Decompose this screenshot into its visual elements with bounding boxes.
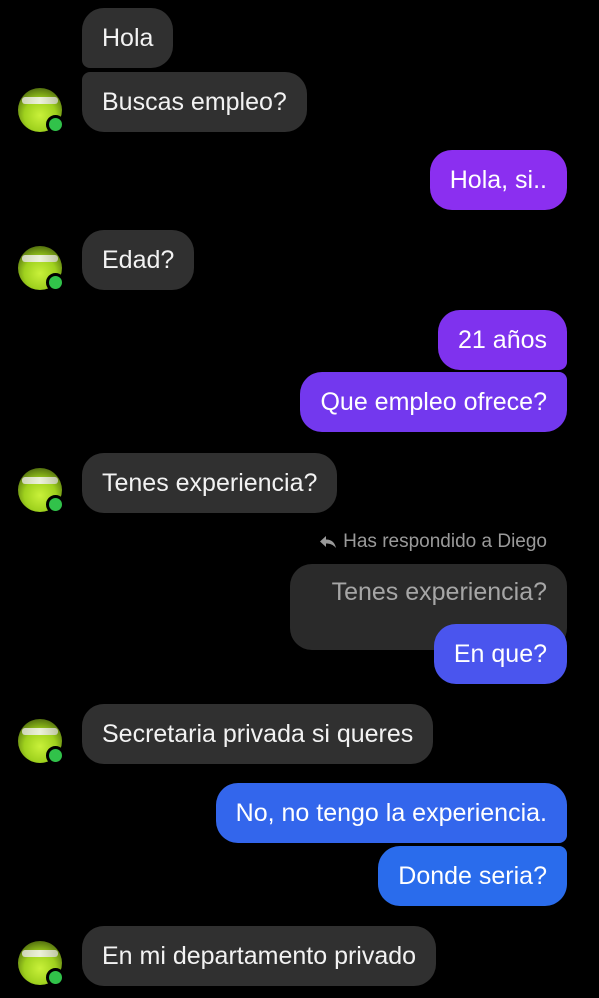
message-text: Donde seria? (398, 862, 547, 890)
online-status-dot (46, 273, 65, 292)
message-text: Secretaria privada si queres (102, 720, 414, 748)
message-bubble-outgoing[interactable]: En que? (433, 624, 567, 684)
contact-avatar[interactable] (18, 246, 65, 292)
message-bubble-incoming[interactable]: Edad? (82, 230, 195, 290)
contact-avatar[interactable] (18, 719, 65, 765)
message-text: Buscas empleo? (102, 88, 287, 116)
online-status-dot (46, 115, 65, 134)
avatar-image-detail (22, 477, 58, 484)
message-text: En mi departamento privado (102, 942, 417, 970)
message-bubble-outgoing[interactable]: Que empleo ofrece? (300, 372, 567, 432)
message-bubble-incoming[interactable]: En mi departamento privado (82, 926, 437, 986)
contact-avatar[interactable] (18, 88, 65, 134)
quoted-text: Tenes experiencia? (331, 578, 547, 606)
avatar-image-detail (22, 728, 58, 735)
message-bubble-incoming[interactable]: Secretaria privada si queres (82, 704, 434, 764)
message-bubble-outgoing[interactable]: No, no tengo la experiencia. (215, 783, 567, 843)
reply-label-text: Has respondido a Diego (343, 531, 547, 552)
reply-arrow-icon (319, 533, 337, 555)
message-text: No, no tengo la experiencia. (235, 799, 547, 827)
message-text: En que? (453, 640, 547, 668)
message-text: Hola (102, 24, 154, 52)
message-text: Hola, si.. (449, 166, 547, 194)
message-bubble-incoming[interactable]: Hola (82, 8, 174, 68)
avatar-image-detail (22, 255, 58, 262)
message-text: Que empleo ofrece? (320, 388, 547, 416)
message-bubble-outgoing[interactable]: Hola, si.. (429, 150, 567, 210)
reply-context-label: Has respondido a Diego (319, 531, 547, 555)
avatar-image-detail (22, 950, 58, 957)
contact-avatar[interactable] (18, 468, 65, 514)
message-bubble-incoming[interactable]: Buscas empleo? (82, 72, 307, 132)
message-bubble-outgoing[interactable]: Donde seria? (378, 846, 567, 906)
message-text: 21 años (458, 326, 547, 354)
online-status-dot (46, 968, 65, 987)
online-status-dot (46, 746, 65, 765)
message-text: Tenes experiencia? (102, 469, 318, 497)
avatar-image-detail (22, 97, 58, 104)
online-status-dot (46, 495, 65, 514)
contact-avatar[interactable] (18, 941, 65, 987)
message-text: Edad? (102, 246, 175, 274)
message-bubble-incoming[interactable]: Tenes experiencia? (82, 453, 338, 513)
message-bubble-outgoing[interactable]: 21 años (438, 310, 567, 370)
